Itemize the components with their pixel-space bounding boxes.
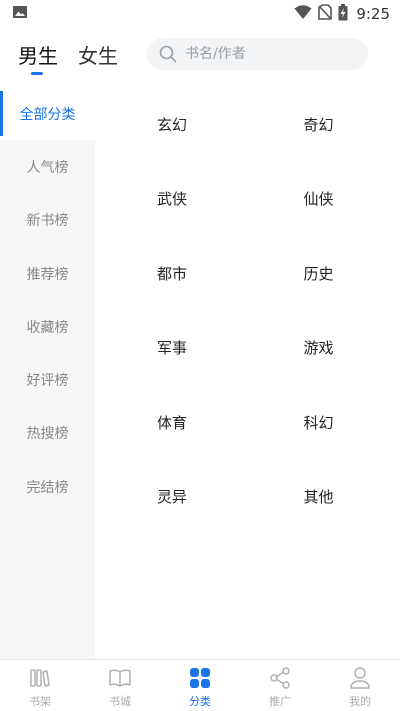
category-item-qihuan[interactable]: 奇幻 [248, 87, 400, 162]
status-right: 9:25 [294, 3, 390, 25]
nav-item-bookshelf[interactable]: 书架 [0, 660, 80, 711]
category-content: 玄幻 奇幻 武侠 仙侠 都市 历史 军事 游戏 体育 科幻 灵异 其他 [95, 87, 400, 659]
category-item-supernatural[interactable]: 灵异 [95, 460, 248, 535]
sidebar-item-top-rated[interactable]: 好评榜 [0, 353, 95, 406]
search-icon [159, 45, 177, 63]
category-item-other[interactable]: 其他 [248, 460, 400, 535]
open-book-icon [108, 666, 132, 690]
image-icon [12, 4, 28, 24]
bookshelf-icon [28, 666, 52, 690]
category-item-xianxia[interactable]: 仙侠 [248, 162, 400, 237]
category-grid: 玄幻 奇幻 武侠 仙侠 都市 历史 军事 游戏 体育 科幻 灵异 其他 [95, 87, 400, 534]
category-item-wuxia[interactable]: 武侠 [95, 162, 248, 237]
tab-male[interactable]: 男生 [18, 40, 58, 69]
sidebar-item-popularity[interactable]: 人气榜 [0, 140, 95, 193]
sidebar-item-favorites[interactable]: 收藏榜 [0, 300, 95, 353]
category-item-urban[interactable]: 都市 [95, 236, 248, 311]
sidebar: 全部分类 人气榜 新书榜 推荐榜 收藏榜 好评榜 热搜榜 完结榜 [0, 87, 95, 659]
nav-label-bookstore: 书城 [109, 695, 131, 708]
sidebar-item-all-categories[interactable]: 全部分类 [0, 87, 95, 141]
status-left [12, 4, 28, 24]
sidebar-item-new-books[interactable]: 新书榜 [0, 194, 95, 247]
category-item-sports[interactable]: 体育 [95, 385, 248, 460]
nav-label-mine: 我的 [349, 695, 371, 708]
search-box[interactable] [147, 38, 368, 70]
nav-item-category[interactable]: 分类 [160, 660, 240, 711]
status-bar: 9:25 [0, 0, 400, 28]
search-input[interactable] [185, 46, 355, 62]
nav-label-bookshelf: 书架 [29, 695, 51, 708]
status-time: 9:25 [356, 5, 390, 23]
category-grid-icon [188, 666, 212, 690]
header: 男生 女生 [0, 32, 400, 80]
tab-female[interactable]: 女生 [78, 40, 118, 69]
category-item-games[interactable]: 游戏 [248, 311, 400, 386]
user-icon [348, 666, 372, 690]
category-item-history[interactable]: 历史 [248, 236, 400, 311]
sidebar-item-recommended[interactable]: 推荐榜 [0, 247, 95, 300]
sidebar-item-hot-search[interactable]: 热搜榜 [0, 407, 95, 460]
nav-item-bookstore[interactable]: 书城 [80, 660, 160, 711]
nav-label-category: 分类 [189, 695, 211, 708]
nav-item-mine[interactable]: 我的 [320, 660, 400, 711]
wifi-icon [294, 4, 312, 24]
no-sim-icon [318, 4, 333, 24]
sidebar-item-completed[interactable]: 完结榜 [0, 460, 95, 513]
tab-indicator [31, 72, 43, 75]
category-item-scifi[interactable]: 科幻 [248, 385, 400, 460]
nav-item-promote[interactable]: 推广 [240, 660, 320, 711]
nav-label-promote: 推广 [269, 695, 291, 708]
battery-charging-icon [338, 3, 348, 25]
share-icon [268, 666, 292, 690]
category-item-military[interactable]: 军事 [95, 311, 248, 386]
category-item-xuanhuan[interactable]: 玄幻 [95, 87, 248, 162]
bottom-nav: 书架 书城 分类 推广 我的 [0, 659, 400, 711]
